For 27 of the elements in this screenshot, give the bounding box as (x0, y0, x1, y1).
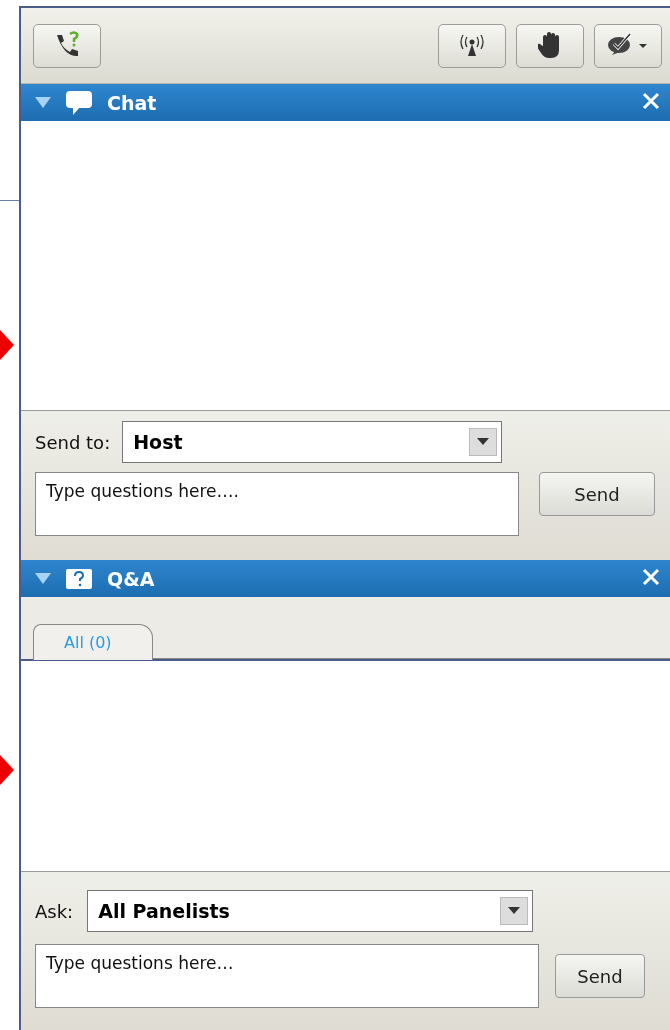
caret-icon (477, 438, 490, 446)
toolbar-button[interactable] (33, 23, 101, 68)
collapse-toggle-icon[interactable] (35, 96, 51, 109)
hand-icon (538, 31, 562, 60)
caret-icon (508, 907, 521, 915)
close-icon (642, 567, 660, 586)
panel-title: Chat (107, 91, 157, 114)
toolbar-button[interactable] (516, 23, 584, 68)
dropdown-button[interactable] (500, 897, 529, 925)
collapse-toggle-icon[interactable] (35, 572, 51, 585)
message-input[interactable]: Type questions here…. (35, 472, 519, 536)
field-label: Ask: (35, 900, 74, 922)
toolbar-button[interactable] (438, 23, 506, 68)
send-button[interactable]: Send (539, 472, 655, 516)
close-icon (642, 91, 660, 110)
toolbar-button[interactable] (594, 23, 662, 68)
panel-title: Q&A (107, 567, 155, 590)
pointer-icon (0, 330, 14, 360)
speech-bubble-icon (65, 89, 93, 116)
field-label: Send to: (35, 431, 111, 453)
question-icon (65, 567, 93, 590)
send-to-dropdown[interactable]: Host (122, 421, 503, 463)
pointer-icon (0, 755, 14, 785)
dropdown-button[interactable] (469, 428, 498, 456)
ask-dropdown[interactable]: All Panelists (87, 890, 534, 932)
send-button[interactable]: Send (555, 954, 645, 998)
question-input[interactable]: Type questions here… (35, 944, 539, 1008)
